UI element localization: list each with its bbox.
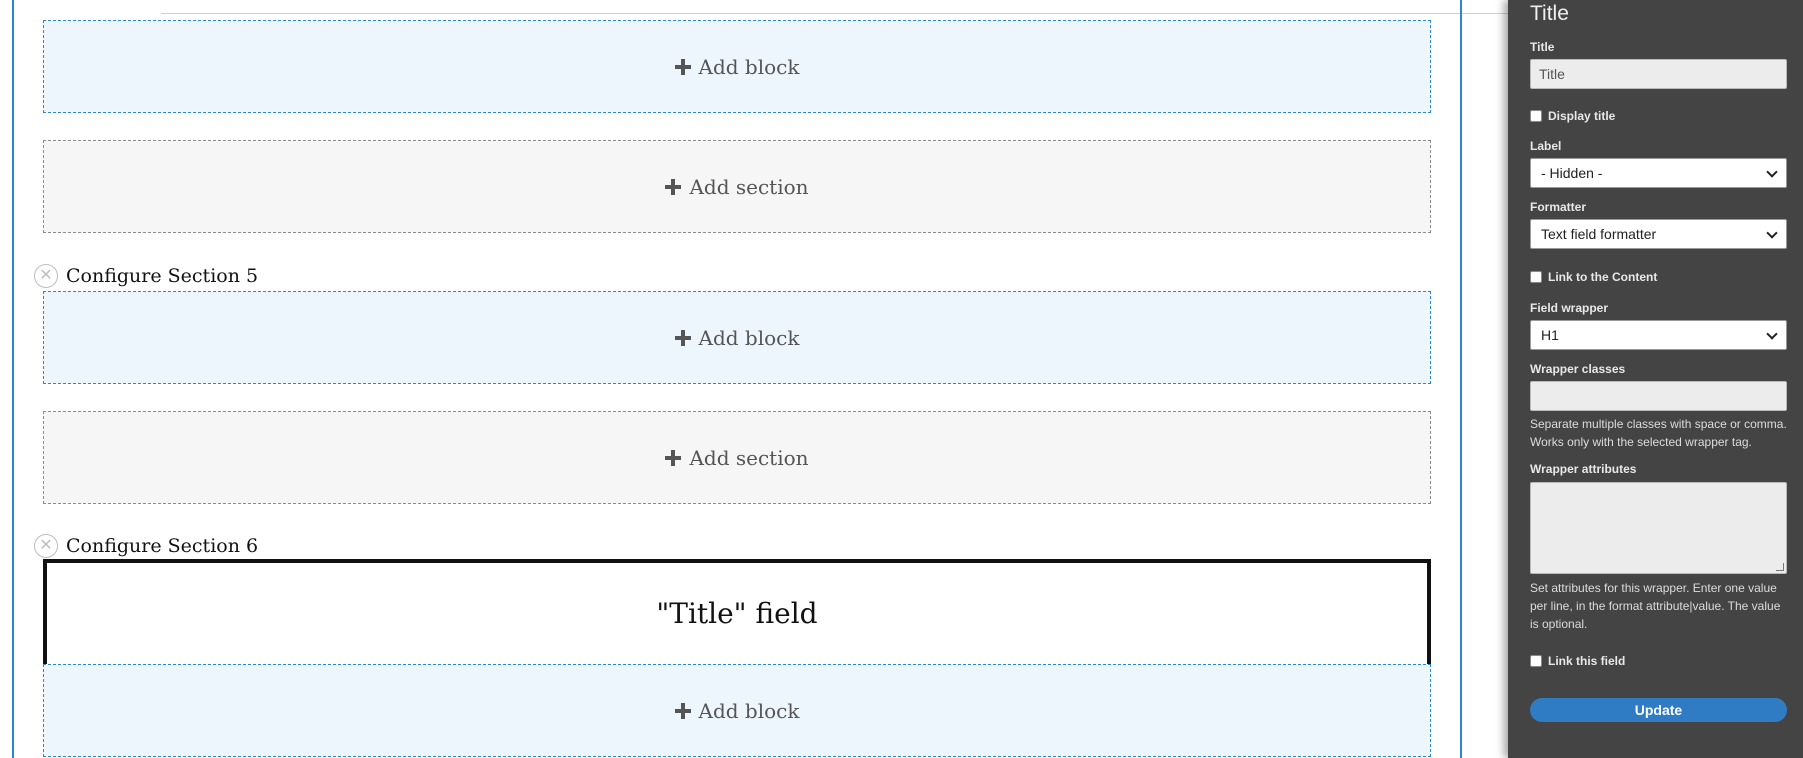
configure-section-link[interactable]: Configure Section 5 (66, 265, 258, 287)
label-select[interactable]: - Hidden - (1530, 158, 1787, 188)
wrapper-classes-input[interactable] (1530, 381, 1787, 411)
add-block-label: Add block (698, 325, 800, 350)
link-to-content-checkbox[interactable] (1530, 271, 1542, 283)
wrapper-attributes-help: Set attributes for this wrapper. Enter o… (1530, 581, 1781, 631)
link-to-content-label: Link to the Content (1548, 270, 1658, 284)
display-title-checkbox-row: Display title (1530, 109, 1615, 123)
formatter-label: Formatter (1530, 200, 1587, 214)
link-this-field-checkbox[interactable] (1530, 655, 1542, 667)
add-block-label: Add block (698, 698, 800, 723)
field-wrapper-label: Field wrapper (1530, 301, 1609, 315)
add-block-link[interactable]: Add block (43, 20, 1431, 113)
field-wrapper-select[interactable]: H1 (1530, 320, 1787, 350)
formatter-select[interactable]: Text field formatter (1530, 219, 1787, 249)
chevron-down-icon (1766, 166, 1778, 178)
title-label: Title (1530, 40, 1555, 54)
add-section-link[interactable]: Add section (43, 140, 1431, 233)
wrapper-attributes-textarea[interactable] (1530, 482, 1787, 574)
link-this-field-label: Link this field (1548, 654, 1626, 668)
block-settings-sidebar: Title Title Display title Label - Hidden… (1508, 0, 1803, 758)
update-button[interactable]: Update (1530, 698, 1787, 722)
close-icon[interactable]: ✕ (34, 534, 58, 558)
add-block-label: Add block (698, 54, 800, 79)
plus-icon (674, 58, 691, 75)
plus-icon (665, 449, 682, 466)
field-wrapper-select-value: H1 (1541, 327, 1559, 343)
display-title-checkbox[interactable] (1530, 110, 1542, 122)
section-header: ✕ Configure Section 6 (34, 532, 258, 560)
label-label: Label (1530, 139, 1562, 153)
link-this-field-checkbox-row: Link this field (1530, 654, 1625, 668)
plus-icon (674, 702, 691, 719)
title-input[interactable] (1530, 59, 1787, 89)
sidebar-heading: Title (1530, 2, 1569, 25)
wrapper-classes-label: Wrapper classes (1530, 362, 1626, 376)
close-icon[interactable]: ✕ (34, 264, 58, 288)
chevron-down-icon (1766, 328, 1778, 340)
plus-icon (665, 178, 682, 195)
chevron-down-icon (1766, 227, 1778, 239)
add-block-link[interactable]: Add block (43, 291, 1431, 384)
title-field-block[interactable]: "Title" field (43, 559, 1431, 668)
add-block-link[interactable]: Add block (43, 664, 1431, 757)
link-to-content-checkbox-row: Link to the Content (1530, 270, 1657, 284)
add-section-label: Add section (689, 445, 809, 470)
plus-icon (674, 329, 691, 346)
wrapper-classes-help: Separate multiple classes with space or … (1530, 417, 1787, 449)
add-section-link[interactable]: Add section (43, 411, 1431, 504)
formatter-select-value: Text field formatter (1541, 226, 1657, 242)
add-section-label: Add section (689, 174, 809, 199)
label-select-value: - Hidden - (1541, 165, 1603, 181)
section-header: ✕ Configure Section 5 (34, 262, 258, 290)
wrapper-attributes-label: Wrapper attributes (1530, 462, 1637, 476)
configure-section-link[interactable]: Configure Section 6 (66, 535, 258, 557)
resize-handle[interactable] (1776, 563, 1784, 571)
display-title-label: Display title (1548, 109, 1616, 123)
layout-builder-canvas: Add block Add section ✕ Configure Sectio… (0, 0, 1508, 758)
